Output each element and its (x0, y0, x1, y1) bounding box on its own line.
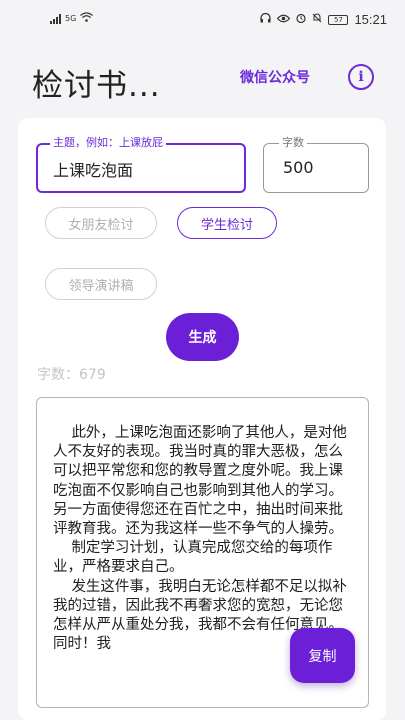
chip-leader-speech[interactable]: 领导演讲稿 (45, 268, 157, 300)
topic-input-value[interactable]: 上课吃泡面 (53, 157, 133, 181)
generate-button[interactable]: 生成 (166, 313, 239, 361)
word-count-input-label: 字数 (279, 134, 307, 150)
status-left: 5G (50, 12, 94, 25)
status-right: 57 15:21 (260, 12, 387, 27)
wechat-official-account-link[interactable]: 微信公众号 (240, 67, 310, 87)
network-label: 5G (65, 14, 77, 23)
chip-girlfriend-apology[interactable]: 女朋友检讨 (45, 207, 157, 239)
page-title: 检讨书... (32, 68, 161, 104)
battery-icon: 57 (328, 14, 349, 25)
wifi-icon (80, 12, 94, 25)
status-bar: 5G 57 15:21 (0, 0, 405, 40)
word-count-input[interactable] (263, 143, 369, 193)
copy-button[interactable]: 复制 (290, 628, 355, 683)
topic-input-label: 主题，例如：上课放屁 (50, 134, 166, 150)
signal-icon (50, 13, 61, 24)
essay-text: 此外，上课吃泡面还影响了其他人，是对他人不友好的表现。我当时真的罪大恶极，怎么可… (53, 425, 347, 653)
chip-student-apology[interactable]: 学生检讨 (177, 207, 277, 239)
alarm-icon (296, 13, 307, 26)
info-icon[interactable]: i (348, 64, 374, 90)
eye-icon (277, 13, 291, 26)
mute-icon (312, 13, 322, 26)
headphones-icon (260, 12, 272, 26)
word-count-input-value[interactable]: 500 (283, 158, 314, 177)
status-time: 15:21 (354, 12, 387, 27)
result-word-count: 字数：679 (37, 367, 106, 383)
